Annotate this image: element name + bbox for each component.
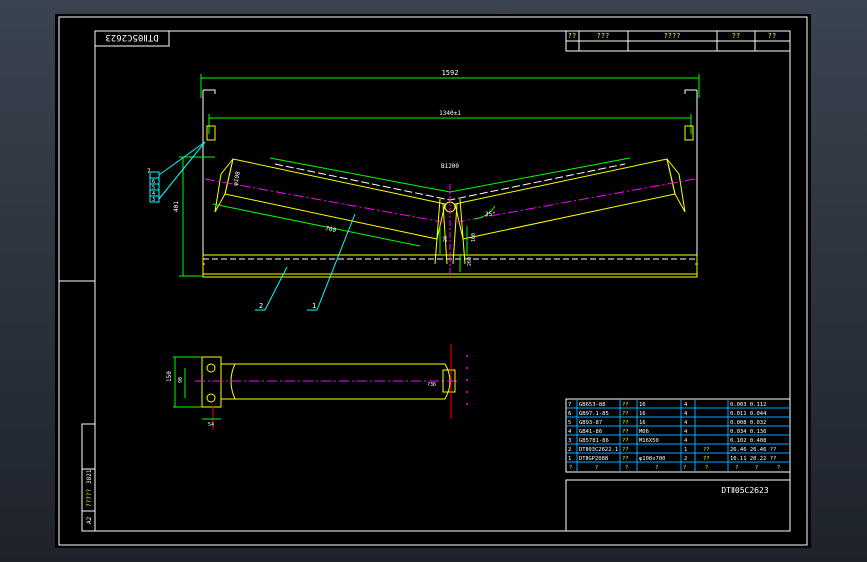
dim-center-gap: 20 bbox=[443, 236, 449, 242]
part-weight: 0.034 0.136 bbox=[730, 429, 766, 435]
part-spec: M06 bbox=[639, 429, 649, 435]
part-name: ?? bbox=[622, 456, 629, 462]
rev-h0: ?? bbox=[568, 32, 576, 40]
part-no: 5 bbox=[568, 420, 571, 426]
part-no: 6 bbox=[568, 411, 571, 417]
dim-overall-width: 1592 bbox=[442, 69, 459, 77]
dim-roll-length: 700 bbox=[325, 225, 337, 234]
part-name: ?? bbox=[622, 429, 629, 435]
part-no: 4 bbox=[568, 429, 572, 435]
dim-height: 401 bbox=[173, 201, 180, 212]
rev-h4: ?? bbox=[768, 32, 776, 40]
dim-roll-height: 150 bbox=[166, 371, 173, 382]
part-name: ?? bbox=[622, 411, 629, 417]
part-qty: 4 bbox=[684, 420, 688, 426]
part-code: GB5781-86 bbox=[579, 438, 609, 444]
part-weight: 26.46 26.46 ?? bbox=[730, 447, 776, 453]
parts-header-cell: ? bbox=[705, 465, 708, 471]
part-qty: 2 bbox=[684, 456, 687, 462]
dim-roll-height-b: 90 bbox=[178, 377, 184, 383]
rev-h3: ?? bbox=[732, 32, 740, 40]
callout-2: 2 bbox=[259, 302, 263, 310]
part-name: ?? bbox=[622, 447, 629, 453]
tube-label: ?36 bbox=[427, 382, 436, 388]
parts-header-cell: ? bbox=[569, 465, 572, 471]
rev-h2: ???? bbox=[664, 32, 681, 40]
parts-header-cell: ? bbox=[683, 465, 686, 471]
part-weight: 0.003 0.112 bbox=[730, 402, 766, 408]
cad-drawing: DTⅡ05C2623 ?? ??? ???? ?? ?? 1592 1340±1 bbox=[58, 16, 808, 546]
main-assembly-view: 1592 1340±1 B1200 700 φ108 35° 20 100 26… bbox=[147, 69, 700, 311]
part-spec: 16 bbox=[639, 420, 646, 426]
side-strip: A2 ????? 3821 bbox=[81, 423, 96, 532]
side-b: ????? bbox=[86, 489, 93, 507]
part-name: ?? bbox=[622, 402, 629, 408]
part-name: ?? bbox=[622, 438, 629, 444]
roll-detail-view: 150 90 54 ?36 bbox=[166, 344, 468, 429]
part-no: 1 bbox=[568, 456, 571, 462]
dim-offset-b: 260 bbox=[467, 257, 473, 266]
part-code: GB41-86 bbox=[579, 429, 602, 435]
part-qty: 4 bbox=[684, 438, 688, 444]
side-a: A2 bbox=[86, 516, 93, 524]
rev-h1: ??? bbox=[597, 32, 610, 40]
part-code: DTⅡGP2088 bbox=[579, 456, 608, 462]
dim-angle: 35° bbox=[485, 211, 496, 218]
parts-header-cell: ? bbox=[625, 465, 628, 471]
part-spec: φ108x700 bbox=[639, 456, 666, 462]
parts-header-cell: ? bbox=[735, 465, 738, 471]
part-spec: 16 bbox=[639, 402, 646, 408]
callout-7: 7 bbox=[147, 168, 151, 175]
cad-viewport[interactable]: DTⅡ05C2623 ?? ??? ???? ?? ?? 1592 1340±1 bbox=[55, 14, 811, 548]
part-qty: 4 bbox=[684, 402, 688, 408]
dim-base-w: 54 bbox=[208, 422, 214, 428]
parts-list: 7 GB653-88?? 16 4 0.003 0.112 6 GB97.1-85?? 16 4… bbox=[565, 398, 791, 473]
parts-header-cell: ? bbox=[655, 465, 658, 471]
part-mat: ?? bbox=[703, 456, 710, 462]
dim-inner-width: 1340±1 bbox=[439, 110, 461, 117]
part-code: GB93-87 bbox=[579, 420, 602, 426]
revision-header: ?? ??? ???? ?? ?? bbox=[565, 30, 791, 52]
callout-1: 1 bbox=[312, 302, 316, 310]
part-no: 2 bbox=[568, 447, 571, 453]
part-name: ?? bbox=[622, 420, 629, 426]
part-mat: ?? bbox=[703, 447, 710, 453]
part-weight: 10.11 20.22 ?? bbox=[730, 456, 776, 462]
dim-roll-dia: φ108 bbox=[232, 170, 242, 186]
part-weight: 0.011 0.044 bbox=[730, 411, 767, 417]
dim-belt-width: B1200 bbox=[441, 163, 459, 170]
part-no: 7 bbox=[568, 402, 571, 408]
dim-offset-a: 100 bbox=[471, 233, 477, 242]
part-qty: 4 bbox=[684, 411, 688, 417]
part-qty: 4 bbox=[684, 429, 688, 435]
part-code: GB97.1-85 bbox=[579, 411, 609, 417]
part-weight: 0.102 0.408 bbox=[730, 438, 766, 444]
side-c: 3821 bbox=[86, 469, 93, 484]
parts-header-cell: ? bbox=[755, 465, 758, 471]
callout-3: 3 bbox=[152, 197, 155, 203]
drawing-number: DTⅡ05C2623 bbox=[721, 486, 768, 495]
part-code: DTⅡ03C2622.1 bbox=[579, 447, 618, 453]
part-spec: M16X50 bbox=[639, 438, 659, 444]
part-qty: 1 bbox=[684, 447, 687, 453]
part-spec: 16 bbox=[639, 411, 646, 417]
parts-header-cell: ? bbox=[595, 465, 598, 471]
rotated-title-text: DTⅡ05C2623 bbox=[105, 32, 158, 42]
part-weight: 0.008 0.032 bbox=[730, 420, 766, 426]
parts-header-cell: ? bbox=[777, 465, 780, 471]
part-code: GB653-88 bbox=[579, 402, 606, 408]
part-no: 3 bbox=[568, 438, 571, 444]
